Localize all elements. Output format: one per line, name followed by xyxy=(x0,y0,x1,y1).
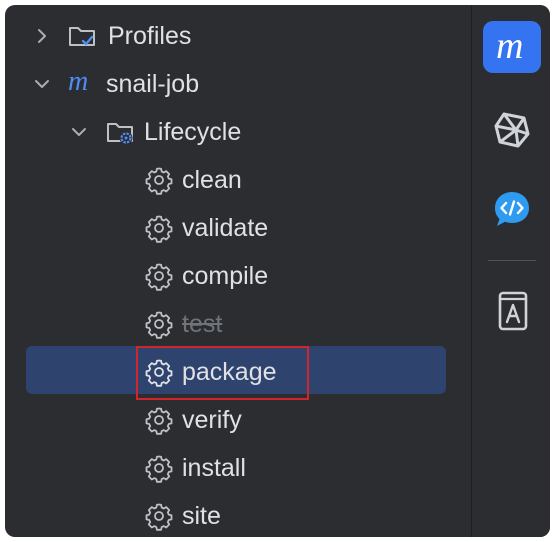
toolbar-separator xyxy=(488,260,536,261)
phase-label: compile xyxy=(182,261,269,290)
code-chat-icon xyxy=(491,188,533,230)
dictionary-button[interactable] xyxy=(483,285,541,337)
lifecycle-phase-clean[interactable]: clean xyxy=(5,156,471,204)
tree-node-profiles[interactable]: Profiles xyxy=(5,12,471,60)
phase-label: install xyxy=(182,453,246,482)
tree-node-label: Lifecycle xyxy=(144,117,242,146)
phase-label: validate xyxy=(182,213,269,242)
tree-node-label: snail-job xyxy=(106,69,200,98)
gear-icon xyxy=(144,453,174,483)
maven-tree: Profiles m snail-job Lifecycle clean val… xyxy=(5,5,471,537)
tree-node-project[interactable]: m snail-job xyxy=(5,60,471,108)
right-tool-strip: m xyxy=(471,5,550,537)
chevron-down-icon[interactable] xyxy=(32,74,52,94)
lifecycle-phase-test[interactable]: test xyxy=(5,300,471,348)
maven-m-icon: m xyxy=(492,27,532,67)
gear-icon xyxy=(144,261,174,291)
phase-label: verify xyxy=(182,405,242,434)
lifecycle-phase-validate[interactable]: validate xyxy=(5,204,471,252)
phase-label: clean xyxy=(182,165,242,194)
tree-node-lifecycle[interactable]: Lifecycle xyxy=(5,108,471,156)
ai-spark-icon xyxy=(490,108,534,152)
svg-text:m: m xyxy=(496,27,523,67)
lifecycle-phase-site[interactable]: site xyxy=(5,492,471,537)
phase-label: site xyxy=(182,501,221,530)
maven-tool-button[interactable]: m xyxy=(483,21,541,73)
svg-text:m: m xyxy=(68,67,88,97)
tree-node-label: Profiles xyxy=(108,21,192,50)
gear-icon xyxy=(144,213,174,243)
lifecycle-phase-install[interactable]: install xyxy=(5,444,471,492)
chevron-right-icon[interactable] xyxy=(32,26,52,46)
code-chat-button[interactable] xyxy=(483,183,541,235)
ai-tool-button[interactable] xyxy=(483,104,541,156)
gear-icon xyxy=(144,501,174,531)
highlight-annotation-box xyxy=(136,346,309,400)
lifecycle-phase-compile[interactable]: compile xyxy=(5,252,471,300)
folder-check-icon xyxy=(67,21,97,51)
maven-tool-window: Profiles m snail-job Lifecycle clean val… xyxy=(5,5,550,537)
phase-label-skipped: test xyxy=(182,309,223,338)
gear-icon xyxy=(144,309,174,339)
lifecycle-phase-verify[interactable]: verify xyxy=(5,396,471,444)
folder-gear-icon xyxy=(105,117,135,147)
gear-icon xyxy=(144,165,174,195)
book-icon xyxy=(492,289,532,333)
maven-m-icon: m xyxy=(67,67,97,97)
chevron-down-icon[interactable] xyxy=(69,122,89,142)
gear-icon xyxy=(144,405,174,435)
